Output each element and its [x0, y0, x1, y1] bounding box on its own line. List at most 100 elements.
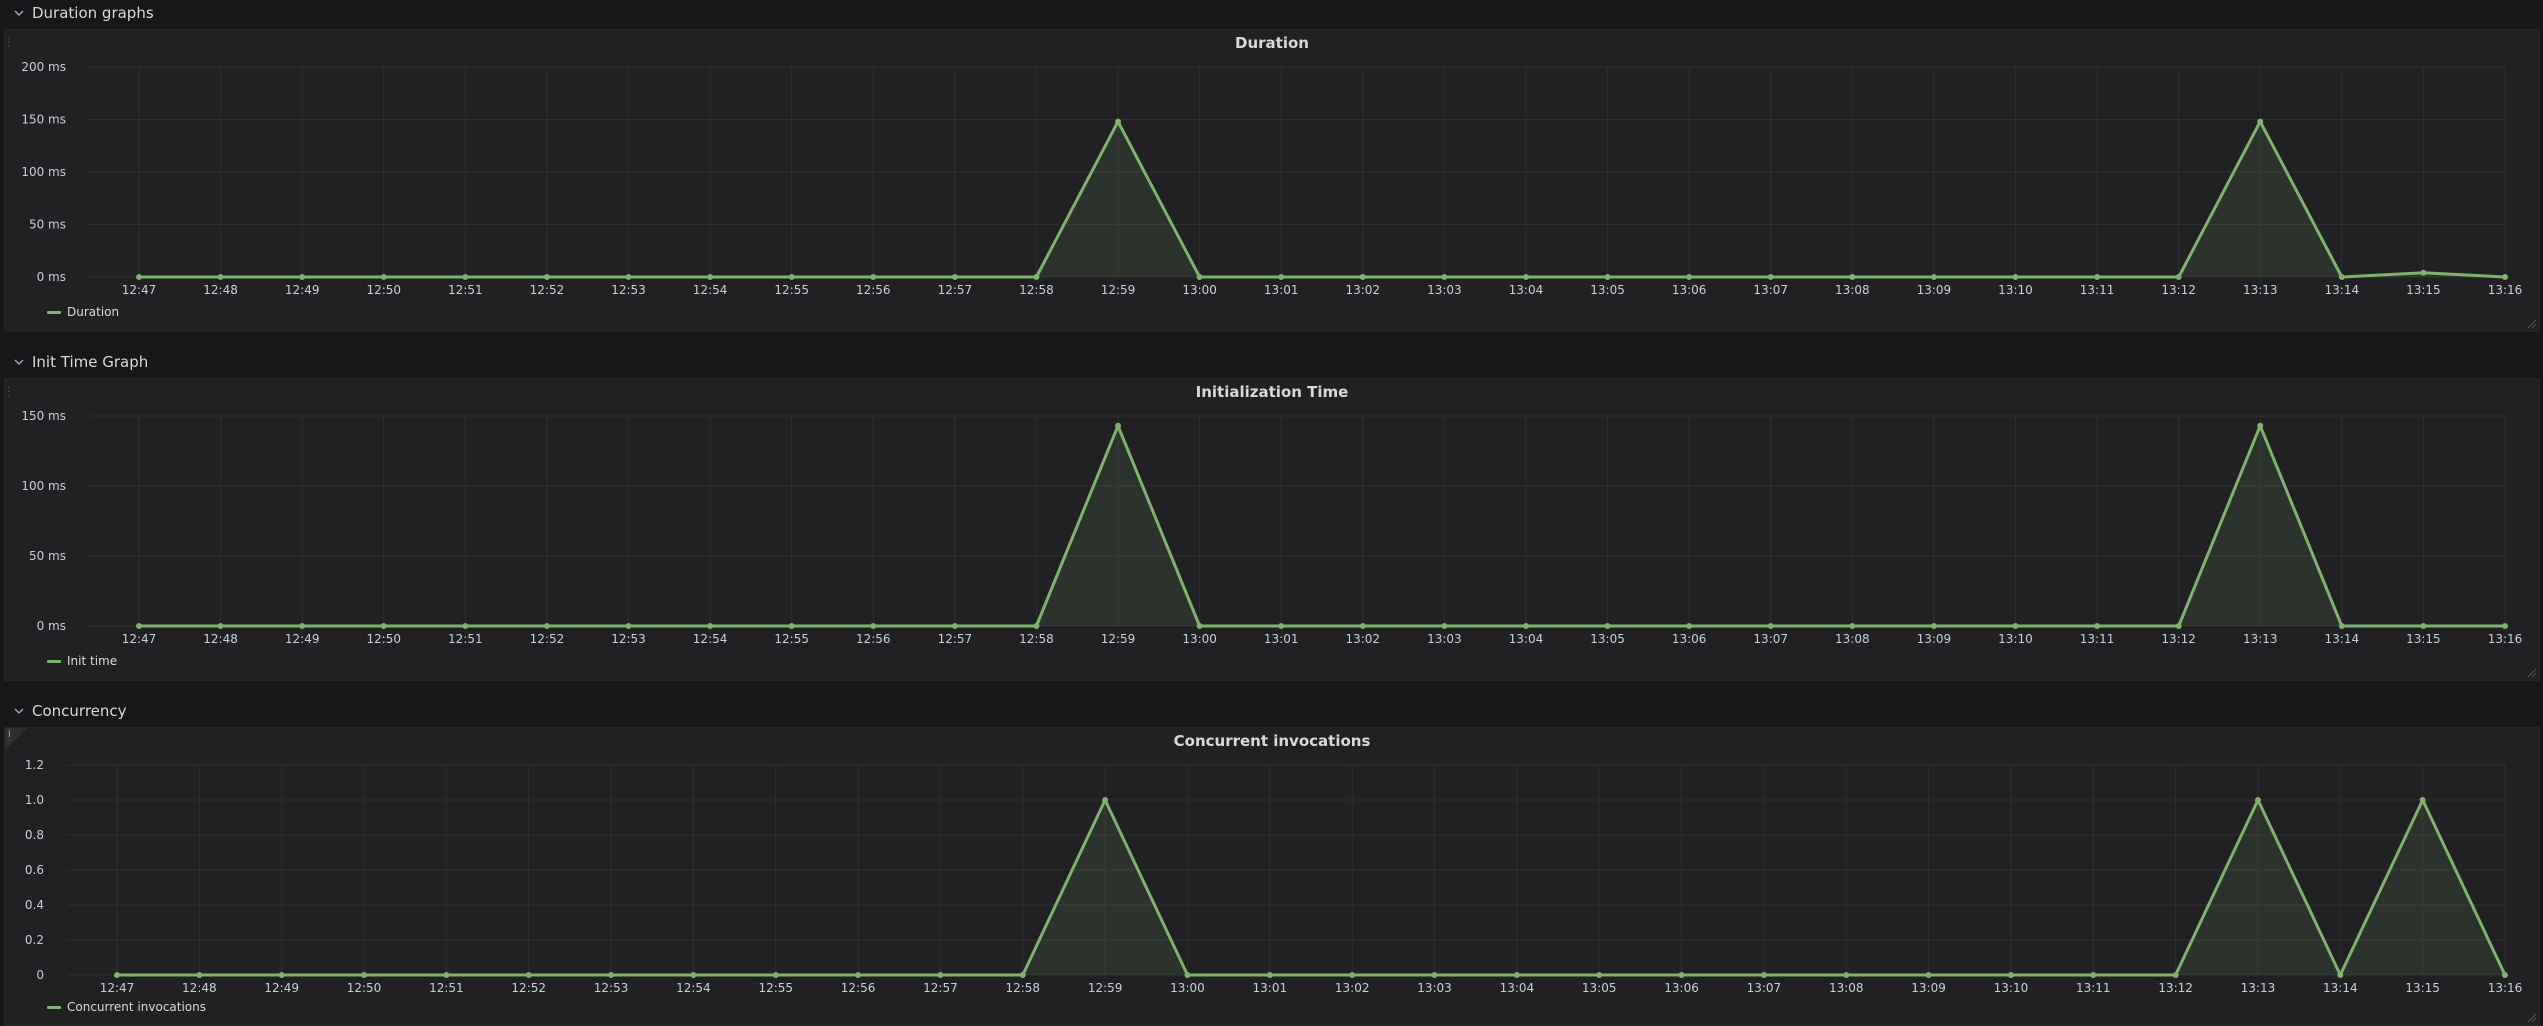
panel-duration[interactable]: · · · Duration 0 ms 50 ms 100 ms 150 ms 200 ms…	[4, 29, 2540, 332]
data-point	[1033, 274, 1040, 280]
x-tick-label: 13:08	[1835, 283, 1870, 297]
data-point	[2254, 797, 2261, 803]
row-header-duration-graphs[interactable]: Duration graphs	[0, 0, 2543, 26]
data-point	[525, 972, 532, 978]
data-point	[217, 274, 224, 280]
data-point	[1522, 274, 1529, 280]
data-point	[2094, 623, 2101, 629]
data-point	[1686, 623, 1693, 629]
x-tick-label: 13:04	[1509, 283, 1544, 297]
y-tick-label: 50 ms	[29, 549, 66, 563]
panel-initialization-time[interactable]: · · · Initialization Time 0 ms 50 ms 100 ms 1…	[4, 378, 2540, 681]
x-tick-label: 12:47	[122, 283, 157, 297]
chevron-down-icon[interactable]	[10, 353, 28, 371]
x-tick-label: 12:59	[1101, 632, 1136, 646]
data-point	[1266, 972, 1273, 978]
data-point	[2090, 972, 2097, 978]
data-point	[1441, 623, 1448, 629]
chart-concurrent-invocations: 0 0.2 0.4 0.6 0.8 1.0 1.2 12:47 12:48 12:49 12:50 1…	[25, 758, 2522, 995]
data-point	[772, 972, 779, 978]
data-point	[1930, 274, 1937, 280]
data-point	[951, 623, 958, 629]
x-tick-label: 13:14	[2325, 283, 2360, 297]
data-point	[380, 623, 387, 629]
data-point	[1196, 623, 1203, 629]
x-tick-label: 13:00	[1182, 283, 1217, 297]
x-tick-label: 13:08	[1835, 632, 1870, 646]
data-point	[2172, 972, 2179, 978]
data-point	[707, 274, 714, 280]
data-point	[1513, 972, 1520, 978]
x-tick-label: 13:13	[2241, 981, 2276, 995]
x-tick-label: 12:49	[285, 632, 320, 646]
x-tick-label: 12:58	[1019, 632, 1054, 646]
x-tick-label: 12:57	[938, 283, 973, 297]
data-point	[380, 274, 387, 280]
data-point	[1849, 274, 1856, 280]
data-point	[2007, 972, 2014, 978]
data-point	[114, 972, 120, 978]
x-tick-label: 13:07	[1753, 283, 1788, 297]
data-point	[1196, 274, 1203, 280]
x-tick-label: 12:59	[1101, 283, 1136, 297]
data-point	[2420, 269, 2427, 276]
x-tick-label: 12:49	[285, 283, 320, 297]
data-point	[2094, 274, 2101, 280]
y-tick-label: 0.2	[25, 933, 44, 947]
data-point	[1278, 274, 1285, 280]
row-header-concurrency[interactable]: Concurrency	[0, 698, 2543, 724]
data-point	[1019, 972, 1026, 978]
legend-swatch	[47, 1005, 61, 1009]
row-header-init-time-graph[interactable]: Init Time Graph	[0, 349, 2543, 375]
x-tick-label: 12:51	[448, 632, 483, 646]
data-point	[855, 972, 862, 978]
resize-handle-icon[interactable]	[2527, 668, 2537, 678]
data-point	[1115, 422, 1122, 429]
data-point	[870, 274, 877, 280]
data-point	[217, 623, 224, 629]
resize-handle-icon[interactable]	[2527, 319, 2537, 329]
x-tick-label: 12:53	[611, 632, 646, 646]
x-tick-label: 13:00	[1170, 981, 1205, 995]
chart-initialization-time: 0 ms 50 ms 100 ms 150 ms 12:47 12:48 12:49 12:5…	[21, 409, 2522, 646]
x-tick-label: 13:04	[1500, 981, 1535, 995]
legend-item[interactable]: Concurrent invocations	[47, 1000, 206, 1014]
legend-item[interactable]: Duration	[47, 305, 119, 319]
data-point	[2419, 797, 2426, 803]
chevron-down-icon[interactable]	[10, 4, 28, 22]
y-tick-label: 0.4	[25, 898, 44, 912]
x-tick-label: 13:05	[1590, 283, 1625, 297]
x-tick-label: 12:52	[511, 981, 546, 995]
x-tick-label: 12:53	[594, 981, 629, 995]
data-point	[2338, 274, 2345, 280]
chart-duration: 0 ms 50 ms 100 ms 150 ms 200 ms 12:47 12:48 12:…	[21, 60, 2522, 297]
x-tick-label: 13:02	[1345, 632, 1380, 646]
x-tick-label: 12:53	[611, 283, 646, 297]
x-tick-label: 13:04	[1509, 632, 1544, 646]
data-point	[1849, 623, 1856, 629]
data-point	[1767, 623, 1774, 629]
x-tick-label: 12:58	[1005, 981, 1040, 995]
data-point	[2257, 422, 2264, 429]
chevron-down-icon[interactable]	[10, 702, 28, 720]
x-tick-label: 13:09	[1911, 981, 1946, 995]
data-point	[2502, 623, 2508, 629]
legend-item[interactable]: Init time	[47, 654, 117, 668]
data-point	[1278, 623, 1285, 629]
data-point	[2175, 623, 2182, 629]
data-point	[1604, 623, 1611, 629]
data-point	[608, 972, 615, 978]
y-tick-label: 0 ms	[37, 270, 66, 284]
x-tick-label: 13:09	[1917, 632, 1952, 646]
resize-handle-icon[interactable]	[2527, 1013, 2537, 1023]
x-tick-label: 12:50	[366, 283, 401, 297]
x-tick-label: 13:15	[2406, 283, 2441, 297]
x-tick-label: 12:47	[100, 981, 135, 995]
series-area	[117, 800, 2505, 975]
panel-concurrent-invocations[interactable]: i · · · Concurrent invocations 0 0.2 0.4 0.6 0…	[4, 727, 2540, 1026]
data-point	[299, 274, 306, 280]
x-tick-label: 12:50	[347, 981, 382, 995]
x-tick-label: 13:15	[2405, 981, 2440, 995]
x-tick-label: 12:56	[856, 632, 891, 646]
y-tick-label: 200 ms	[21, 60, 66, 74]
